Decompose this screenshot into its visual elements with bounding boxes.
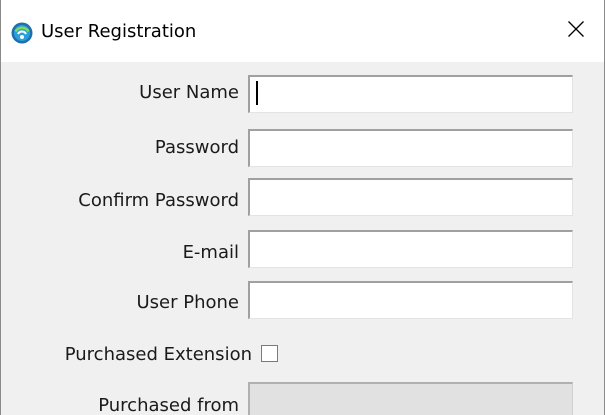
password-label: Password — [154, 137, 239, 158]
phone-input[interactable] — [248, 281, 573, 319]
email-input[interactable] — [248, 230, 573, 268]
confirm-password-input[interactable] — [248, 178, 573, 216]
text-caret — [256, 81, 258, 105]
app-globe-icon — [11, 22, 33, 44]
title-bar: User Registration — [1, 0, 604, 62]
purchased-from-input[interactable] — [248, 382, 573, 415]
username-label: User Name — [139, 82, 239, 103]
email-label: E-mail — [182, 242, 239, 263]
purchased-from-label: Purchased from — [98, 395, 239, 415]
purchased-extension-checkbox[interactable] — [261, 345, 278, 362]
phone-label: User Phone — [136, 292, 239, 313]
window-title: User Registration — [41, 21, 197, 42]
close-icon — [567, 20, 585, 42]
password-input[interactable] — [248, 129, 573, 167]
confirm-password-label: Confirm Password — [78, 190, 239, 211]
username-input[interactable] — [248, 75, 573, 113]
close-button[interactable] — [548, 0, 604, 62]
registration-window: User Registration User Name Password Con… — [0, 0, 605, 415]
purchased-extension-label: Purchased Extension — [64, 344, 252, 365]
